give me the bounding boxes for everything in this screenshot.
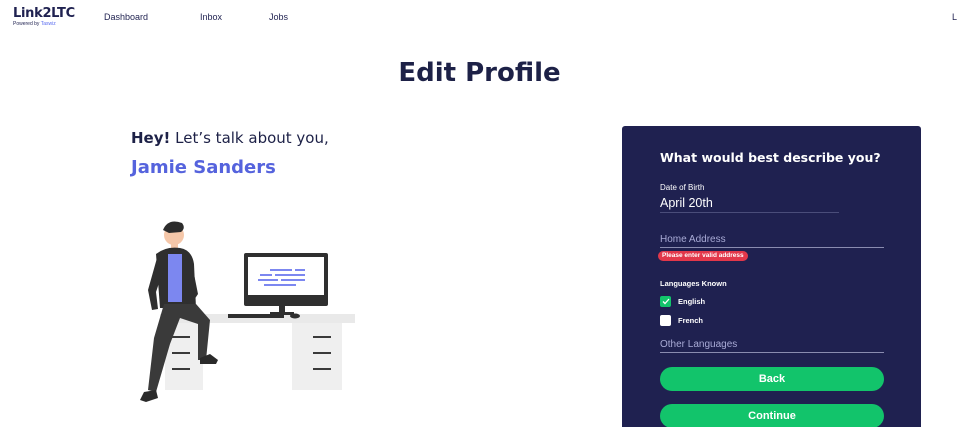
back-button[interactable]: Back xyxy=(660,367,884,391)
greeting: Hey! Let’s talk about you, xyxy=(131,129,329,147)
desk-drawer-right xyxy=(292,323,342,390)
top-nav: Link2LTC Powered by Taswiz Dashboard Inb… xyxy=(0,0,959,34)
logo-tagline-prefix: Powered by xyxy=(13,21,41,27)
keyboard xyxy=(228,314,284,318)
dob-field[interactable]: April 20th xyxy=(660,196,839,213)
french-label: French xyxy=(678,316,704,325)
nav-link-dashboard[interactable]: Dashboard xyxy=(104,12,148,22)
logo[interactable]: Link2LTC Powered by Taswiz xyxy=(13,6,75,28)
language-option-english[interactable]: English xyxy=(660,296,705,307)
other-languages-input[interactable] xyxy=(660,336,884,353)
address-error-badge: Please enter valid address xyxy=(658,251,748,261)
continue-button[interactable]: Continue xyxy=(660,404,884,427)
logo-tagline-brand: Taswiz xyxy=(40,21,56,27)
nav-link-account[interactable]: L xyxy=(952,12,957,22)
nav-link-jobs[interactable]: Jobs xyxy=(269,12,288,22)
english-checkbox[interactable] xyxy=(660,296,671,307)
user-name: Jamie Sanders xyxy=(131,157,276,178)
profile-form-card: What would best describe you? Date of Bi… xyxy=(622,126,921,427)
check-icon xyxy=(662,298,669,305)
home-address-input[interactable] xyxy=(660,231,884,248)
page-title: Edit Profile xyxy=(398,58,561,88)
languages-label: Languages Known xyxy=(660,279,727,288)
dob-label: Date of Birth xyxy=(660,183,705,192)
greeting-bold: Hey! xyxy=(131,129,171,147)
language-option-french[interactable]: French xyxy=(660,315,703,326)
logo-text: Link2LTC xyxy=(13,6,75,21)
logo-tagline: Powered by Taswiz xyxy=(13,21,75,27)
greeting-text: Let’s talk about you, xyxy=(170,129,329,147)
mouse xyxy=(290,313,300,319)
person-at-desk-illustration xyxy=(140,221,355,402)
english-label: English xyxy=(678,297,706,306)
form-title: What would best describe you? xyxy=(660,150,881,165)
french-checkbox[interactable] xyxy=(660,315,671,326)
nav-link-inbox[interactable]: Inbox xyxy=(200,12,222,22)
